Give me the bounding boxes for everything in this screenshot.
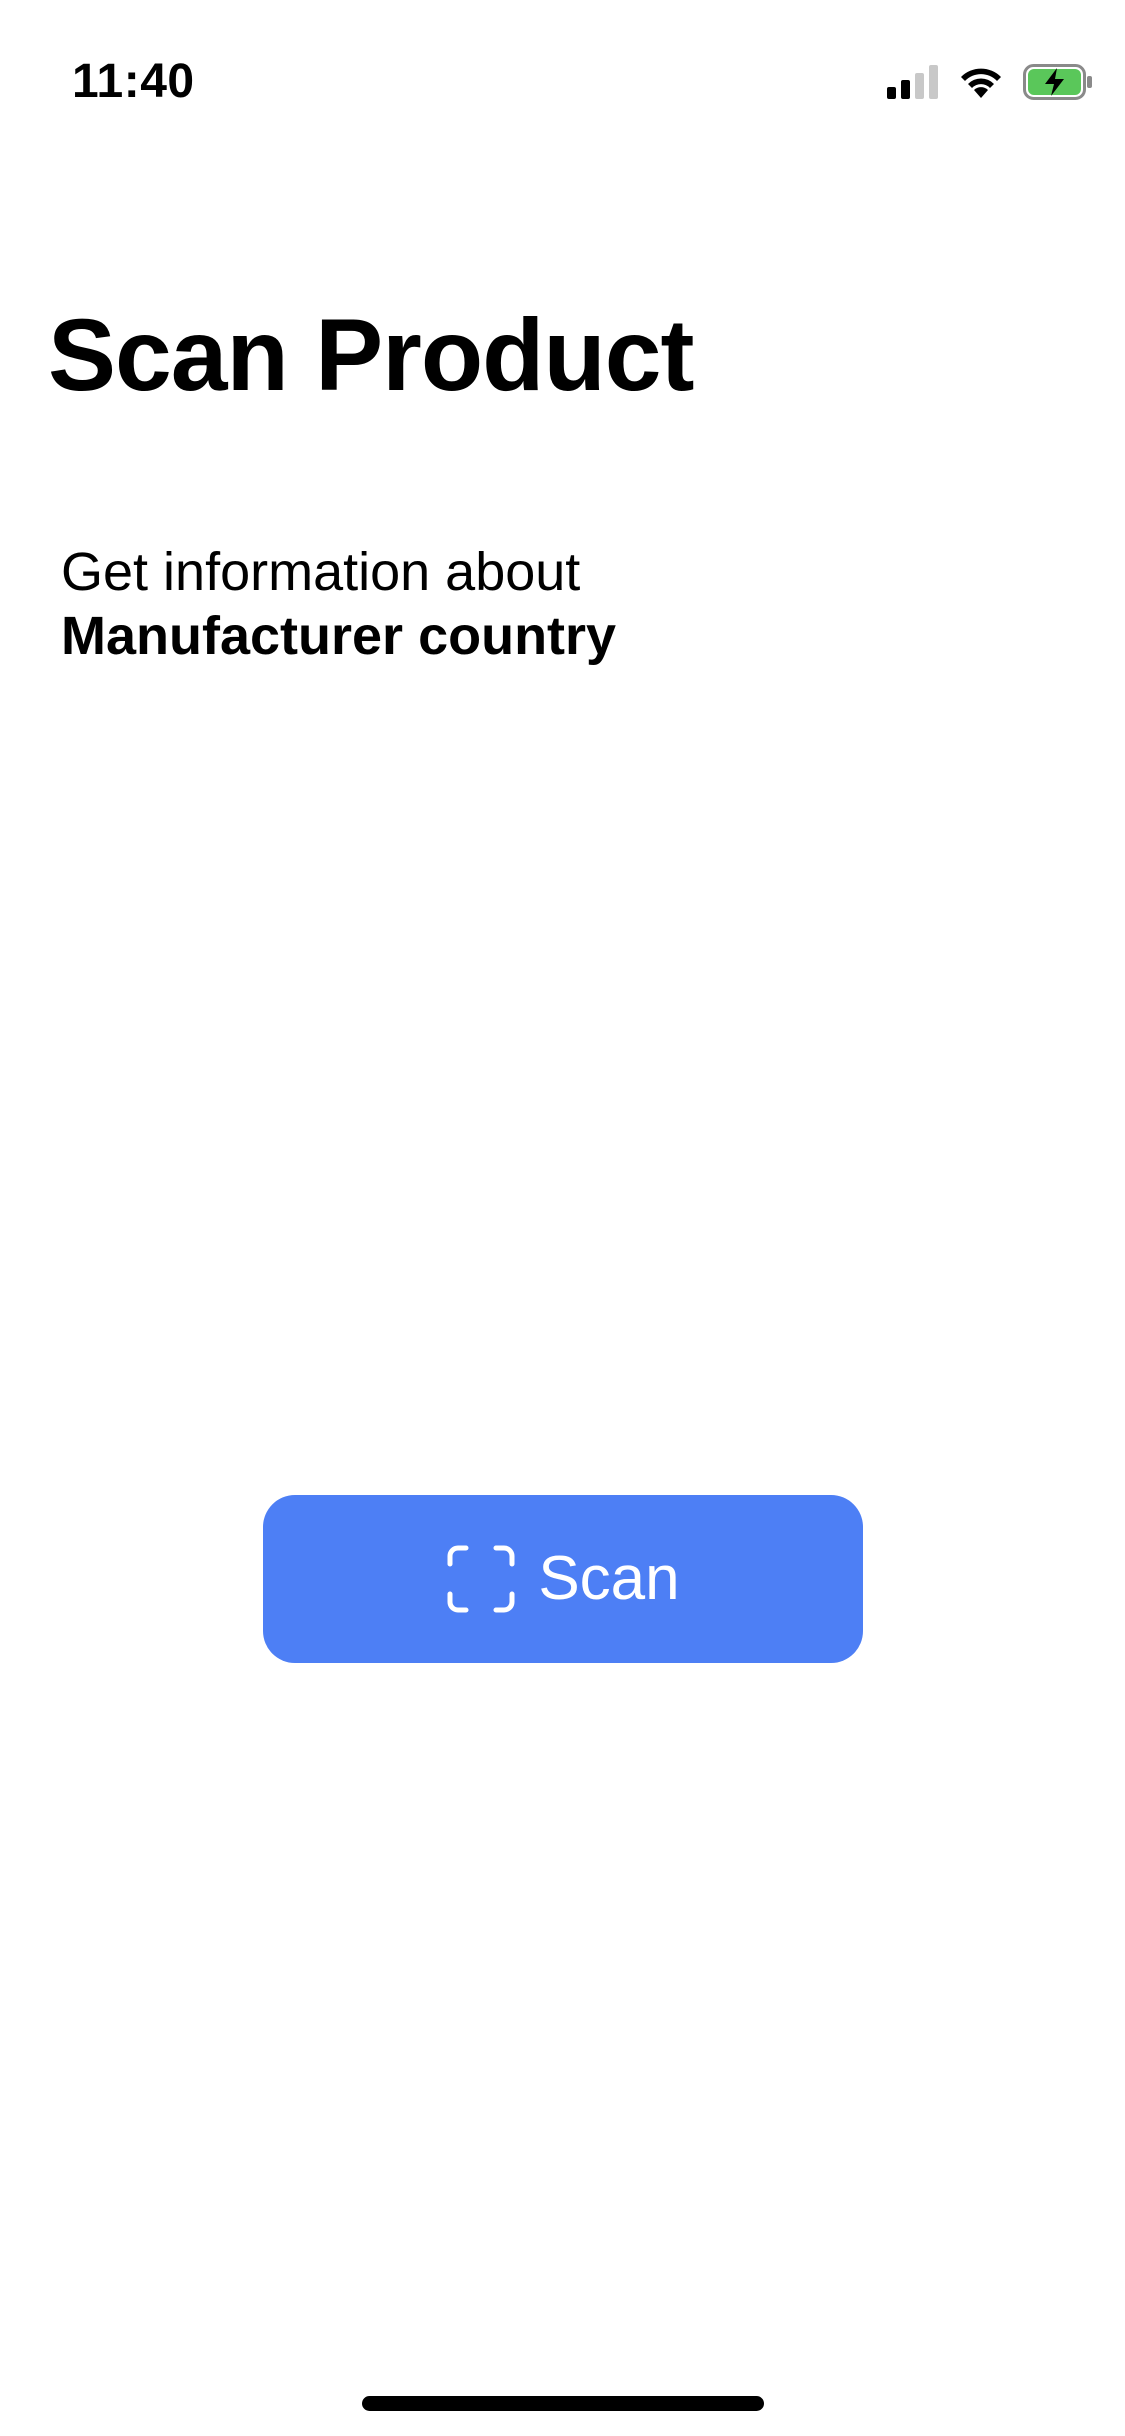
status-icons: [887, 62, 1093, 102]
scan-button-label: Scan: [538, 1544, 680, 1613]
subtitle-line-1: Get information about: [61, 542, 581, 602]
wifi-icon: [957, 64, 1005, 100]
status-time: 11:40: [72, 55, 195, 108]
subtitle: Get information about Manufacturer count…: [61, 540, 616, 668]
viewfinder-icon: [446, 1544, 516, 1614]
cellular-signal-icon: [887, 65, 939, 99]
page-title: Scan Product: [48, 298, 694, 412]
subtitle-line-2: Manufacturer country: [61, 606, 617, 666]
battery-charging-icon: [1023, 64, 1093, 100]
scan-button[interactable]: Scan: [263, 1495, 863, 1663]
status-bar: 11:40: [0, 0, 1125, 140]
home-indicator: [362, 2396, 764, 2411]
